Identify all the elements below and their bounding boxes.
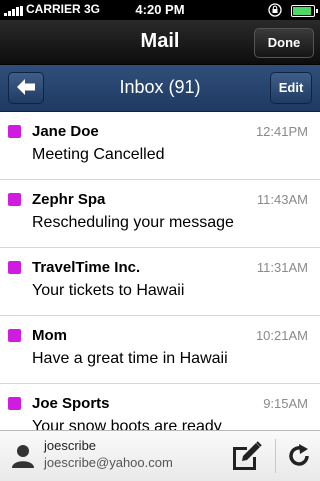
message-sender: Joe Sports: [32, 395, 110, 412]
message-row[interactable]: Zephr Spa 11:43AM Rescheduling your mess…: [0, 180, 320, 248]
message-time: 9:15AM: [263, 396, 308, 411]
message-subject: Have a great time in Hawaii: [32, 350, 228, 367]
message-subject: Your snow boots are ready: [32, 418, 222, 430]
message-sender: TravelTime Inc.: [32, 259, 141, 276]
message-row[interactable]: TravelTime Inc. 11:31AM Your tickets to …: [0, 248, 320, 316]
message-time: 11:31AM: [256, 260, 308, 275]
message-subject: Rescheduling your message: [32, 214, 234, 231]
message-list: Jane Doe 12:41PM Meeting Cancelled Zephr…: [0, 112, 320, 430]
bottom-toolbar: joescribe joescribe@yahoo.com: [0, 430, 320, 481]
rotation-lock-icon: [268, 3, 282, 17]
unread-indicator-icon: [8, 329, 21, 342]
account-email: joescribe@yahoo.com: [44, 455, 173, 470]
message-subject: Your tickets to Hawaii: [32, 282, 185, 299]
message-subject: Meeting Cancelled: [32, 146, 165, 163]
message-row[interactable]: Jane Doe 12:41PM Meeting Cancelled: [0, 112, 320, 180]
message-time: 10:21AM: [255, 328, 308, 343]
user-icon: [12, 445, 34, 468]
unread-indicator-icon: [8, 397, 21, 410]
inbox-toolbar: Inbox (91) Edit: [0, 65, 320, 112]
message-row[interactable]: Joe Sports 9:15AM Your snow boots are re…: [0, 384, 320, 430]
account-username: joescribe: [44, 438, 97, 453]
unread-indicator-icon: [8, 125, 21, 138]
edit-button[interactable]: Edit: [270, 72, 312, 104]
refresh-icon[interactable]: [286, 443, 312, 469]
message-sender: Zephr Spa: [32, 191, 106, 208]
message-time: 11:43AM: [256, 192, 308, 207]
unread-indicator-icon: [8, 193, 21, 206]
status-bar: CARRIER 3G 4:20 PM: [0, 0, 320, 20]
battery-icon: [291, 5, 318, 17]
message-row[interactable]: Mom 10:21AM Have a great time in Hawaii: [0, 316, 320, 384]
message-sender: Mom: [32, 327, 67, 344]
compose-icon[interactable]: [230, 441, 262, 471]
toolbar-divider: [275, 439, 276, 473]
done-button[interactable]: Done: [254, 28, 314, 58]
unread-indicator-icon: [8, 261, 21, 274]
navigation-bar: Mail Done: [0, 20, 320, 65]
message-sender: Jane Doe: [32, 123, 99, 140]
message-time: 12:41PM: [255, 124, 308, 139]
